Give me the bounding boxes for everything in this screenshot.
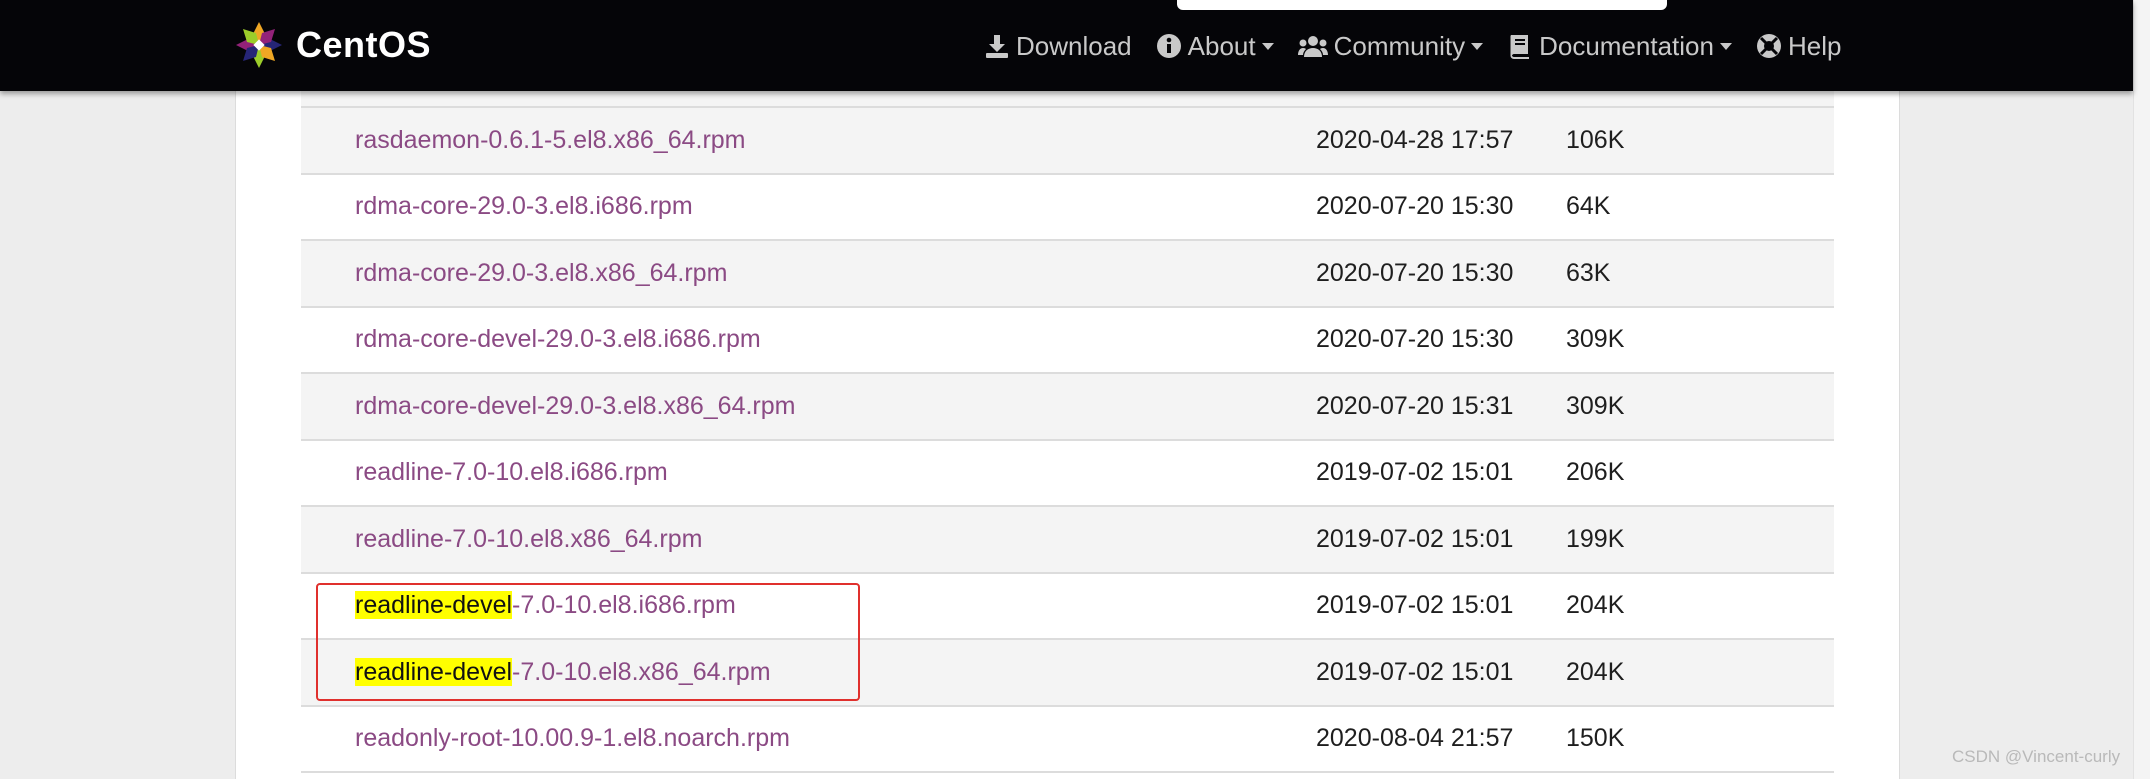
watermark: CSDN @Vincent-curly — [1952, 747, 2121, 766]
table-row: readonly-root-10.00.9-1.el8.noarch.rpm 2… — [301, 706, 1834, 773]
file-date: 2019-07-02 15:01 — [1316, 591, 1514, 620]
file-link[interactable]: rdma-core-devel-29.0-3.el8.i686.rpm — [355, 325, 761, 354]
table-row: readline-devel-7.0-10.el8.i686.rpm 2019-… — [301, 573, 1834, 640]
search-highlight: readline-devel — [355, 657, 513, 686]
nav-item-download[interactable]: Download — [984, 31, 1132, 62]
file-size: 64K — [1566, 192, 1611, 221]
table-row: readline-devel-7.0-10.el8.x86_64.rpm 201… — [301, 640, 1834, 707]
top-navbar: CentOS Download About Community Document… — [0, 0, 2133, 91]
centos-logo[interactable]: CentOS — [234, 20, 431, 70]
file-name: readonly-root-10.00.9-1.el8.noarch.rpm — [355, 724, 790, 753]
file-listing: rasdaemon-0.6.1-5.el8.x86_64.rpm 2020-04… — [301, 108, 1834, 773]
search-highlight: readline-devel — [355, 591, 513, 620]
file-name: rdma-core-devel-29.0-3.el8.x86_64.rpm — [355, 391, 796, 420]
nav-item-community[interactable]: Community — [1297, 30, 1484, 62]
file-date: 2020-07-20 15:30 — [1316, 258, 1514, 287]
file-size: 199K — [1566, 524, 1625, 553]
nav-item-label: Download — [1016, 30, 1132, 61]
download-icon — [986, 35, 1008, 58]
file-name: -7.0-10.el8.x86_64.rpm — [512, 657, 771, 686]
nav-item-label: Help — [1787, 30, 1842, 61]
file-size: 106K — [1566, 125, 1625, 154]
file-size: 309K — [1566, 325, 1625, 354]
file-name: rdma-core-29.0-3.el8.x86_64.rpm — [355, 258, 728, 287]
nav-item-help[interactable]: Help — [1756, 31, 1841, 62]
file-size: 309K — [1566, 391, 1625, 420]
info-circle-icon — [1156, 34, 1181, 58]
users-icon — [1297, 36, 1328, 57]
file-link[interactable]: readonly-root-10.00.9-1.el8.noarch.rpm — [355, 724, 790, 753]
centos-logo-icon — [236, 22, 282, 68]
file-size: 63K — [1566, 258, 1611, 287]
table-row: rdma-core-29.0-3.el8.i686.rpm 2020-07-20… — [301, 174, 1834, 241]
file-size: 204K — [1566, 657, 1625, 686]
file-date: 2019-07-02 15:01 — [1316, 657, 1514, 686]
file-link[interactable]: readline-devel-7.0-10.el8.i686.rpm — [355, 591, 736, 620]
chevron-down-icon — [1719, 42, 1732, 50]
file-name: readline-7.0-10.el8.i686.rpm — [355, 458, 668, 487]
lifebuoy-icon — [1756, 34, 1781, 58]
file-link[interactable]: rdma-core-29.0-3.el8.x86_64.rpm — [355, 259, 727, 288]
file-size: 150K — [1566, 724, 1625, 753]
nav-item-documentation[interactable]: Documentation — [1507, 31, 1732, 62]
file-size: 204K — [1566, 591, 1625, 620]
file-name: rasdaemon-0.6.1-5.el8.x86_64.rpm — [355, 125, 746, 154]
file-date: 2020-04-28 17:57 — [1316, 125, 1514, 154]
search-bar[interactable] — [1177, 0, 1667, 10]
file-link[interactable]: rasdaemon-0.6.1-5.el8.x86_64.rpm — [355, 126, 746, 155]
file-size: 206K — [1566, 458, 1625, 487]
file-link[interactable]: rdma-core-devel-29.0-3.el8.x86_64.rpm — [355, 392, 796, 421]
file-link[interactable]: readline-7.0-10.el8.i686.rpm — [355, 458, 668, 487]
file-name: readline-7.0-10.el8.x86_64.rpm — [355, 524, 703, 553]
file-link[interactable]: rdma-core-29.0-3.el8.i686.rpm — [355, 192, 693, 221]
book-icon — [1510, 35, 1530, 59]
window-scrollbar[interactable] — [2133, 0, 2150, 779]
table-row: rasdaemon-0.6.1-5.el8.x86_64.rpm 2020-04… — [301, 108, 1834, 175]
file-date: 2020-07-20 15:31 — [1316, 391, 1514, 420]
table-row: readline-7.0-10.el8.i686.rpm 2019-07-02 … — [301, 440, 1834, 507]
table-row: rdma-core-devel-29.0-3.el8.x86_64.rpm 20… — [301, 374, 1834, 441]
table-row: readline-7.0-10.el8.x86_64.rpm 2019-07-0… — [301, 507, 1834, 574]
table-row: rdma-core-29.0-3.el8.x86_64.rpm 2020-07-… — [301, 241, 1834, 308]
brand-name: CentOS — [296, 24, 432, 65]
chevron-down-icon — [1471, 42, 1484, 50]
file-link[interactable]: readline-7.0-10.el8.x86_64.rpm — [355, 525, 702, 554]
chevron-down-icon — [1261, 42, 1274, 50]
nav-item-label: About — [1187, 30, 1256, 61]
file-date: 2019-07-02 15:01 — [1316, 524, 1514, 553]
nav-menu: Download About Community Documentation H… — [984, 26, 1841, 66]
file-name: rdma-core-devel-29.0-3.el8.i686.rpm — [355, 325, 761, 354]
nav-item-about[interactable]: About — [1156, 31, 1274, 62]
file-date: 2020-07-20 15:30 — [1316, 192, 1514, 221]
file-date: 2020-07-20 15:30 — [1316, 325, 1514, 354]
table-row-partial — [301, 91, 1834, 108]
file-link[interactable]: readline-devel-7.0-10.el8.x86_64.rpm — [355, 657, 771, 687]
nav-item-label: Community — [1333, 30, 1466, 61]
nav-item-label: Documentation — [1539, 30, 1714, 61]
file-name: rdma-core-29.0-3.el8.i686.rpm — [355, 192, 693, 221]
file-name: -7.0-10.el8.i686.rpm — [512, 591, 736, 620]
file-date: 2019-07-02 15:01 — [1316, 458, 1514, 487]
table-row: rdma-core-devel-29.0-3.el8.i686.rpm 2020… — [301, 307, 1834, 374]
file-date: 2020-08-04 21:57 — [1316, 724, 1514, 753]
